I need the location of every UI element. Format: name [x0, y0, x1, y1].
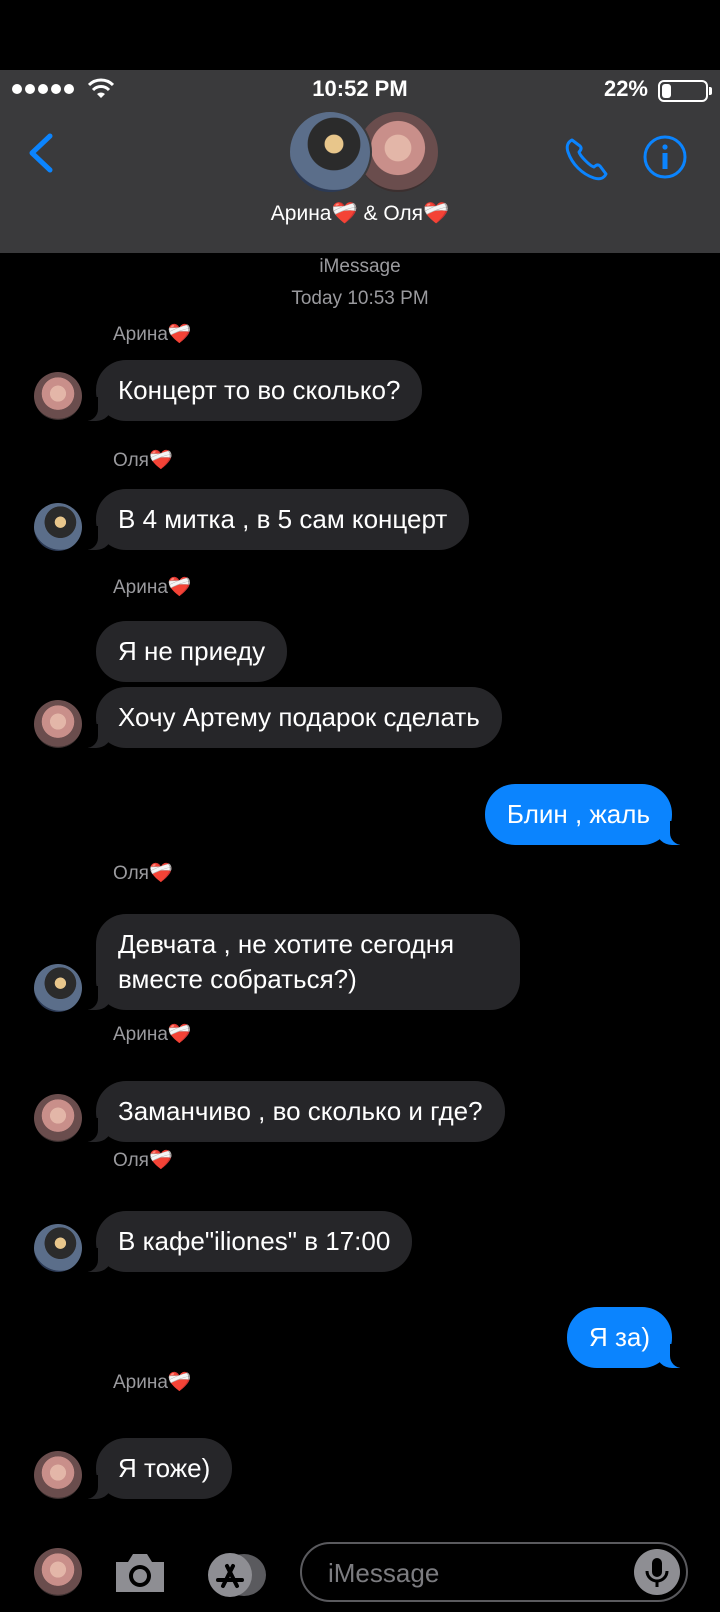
message-bubble[interactable]: Хочу Артему подарок сделать	[84, 687, 502, 748]
battery-percentage: 22%	[603, 76, 648, 101]
avatar[interactable]	[34, 1548, 82, 1596]
message-bubble[interactable]: Я не приеду	[96, 621, 288, 682]
message-bubble[interactable]: В 4 митка , в 5 сам концерт	[83, 489, 470, 550]
status-bar: 10:52 PM 22%	[0, 70, 720, 110]
conversation-header: Арина❤️‍🩹 & Оля❤️‍🩹	[0, 110, 720, 253]
phone-call-icon[interactable]	[562, 136, 610, 184]
message-bubble-outgoing[interactable]: Блин , жаль	[484, 784, 685, 845]
message-sender: Арина❤️‍🩹	[113, 577, 192, 598]
avatar[interactable]	[34, 503, 82, 551]
camera-icon[interactable]	[112, 1550, 168, 1596]
avatar[interactable]	[34, 1224, 82, 1272]
back-chevron-icon[interactable]	[26, 132, 56, 174]
avatar[interactable]	[34, 1451, 82, 1499]
app-store-icon[interactable]	[204, 1552, 268, 1598]
message-sender: Оля❤️‍🩹	[113, 863, 173, 884]
info-icon[interactable]	[642, 134, 688, 180]
composer-bar: iMessage	[0, 1530, 720, 1612]
avatar[interactable]	[34, 964, 82, 1012]
message-bubble[interactable]: Концерт то во сколько?	[83, 360, 423, 421]
avatar-olya[interactable]	[288, 110, 372, 194]
message-sender: Арина❤️‍🩹	[113, 1372, 192, 1393]
conversation-title[interactable]: Арина❤️‍🩹 & Оля❤️‍🩹	[0, 202, 720, 226]
message-input-placeholder: iMessage	[328, 1558, 440, 1588]
message-input[interactable]: iMessage	[300, 1542, 688, 1602]
battery-icon	[658, 80, 712, 102]
message-sender: Арина❤️‍🩹	[113, 1024, 192, 1045]
thread-timestamp: Today 10:53 PM	[291, 288, 429, 309]
message-bubble[interactable]: Девчата , не хотите сегодня вместе собра…	[84, 914, 520, 1010]
avatar[interactable]	[34, 700, 82, 748]
message-sender: Оля❤️‍🩹	[113, 450, 173, 471]
avatar[interactable]	[34, 372, 82, 420]
message-sender: Оля❤️‍🩹	[113, 1150, 173, 1171]
avatar[interactable]	[34, 1094, 82, 1142]
message-bubble[interactable]: В кафе"iliones" в 17:00	[83, 1211, 413, 1272]
message-sender: Арина❤️‍🩹	[113, 324, 192, 345]
microphone-icon[interactable]	[634, 1549, 680, 1595]
message-bubble[interactable]: Заманчиво , во сколько и где?	[84, 1081, 505, 1142]
message-bubble-outgoing[interactable]: Я за)	[566, 1307, 685, 1368]
service-label: iMessage	[319, 256, 401, 277]
message-bubble[interactable]: Я тоже)	[83, 1438, 233, 1499]
